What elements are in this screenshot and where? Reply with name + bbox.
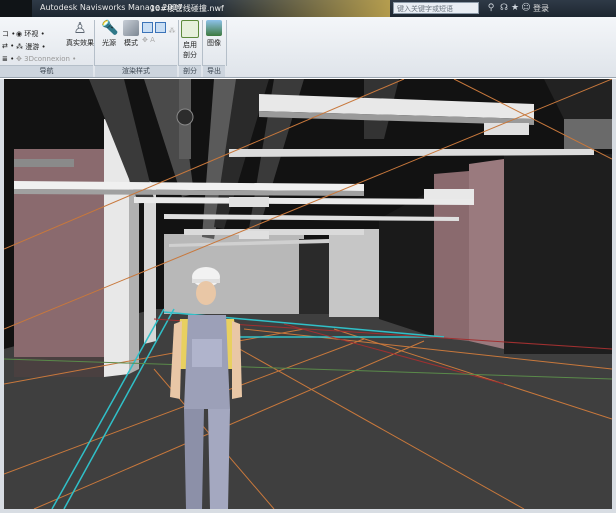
- cube-icon: [123, 20, 139, 36]
- render-toggle-icons-1[interactable]: ⁂: [142, 22, 175, 35]
- export-panel-label[interactable]: 导出: [203, 65, 225, 77]
- back-wall-right: [329, 229, 379, 317]
- point-icon[interactable]: ⁂: [168, 27, 175, 35]
- mode-button[interactable]: 模式: [120, 20, 142, 48]
- pipe-left: [14, 159, 74, 167]
- snap-point-icon[interactable]: ✥: [142, 36, 148, 44]
- panel-separator: [94, 20, 95, 66]
- enable-label: 启用: [183, 41, 197, 49]
- enable-sectioning-button[interactable]: 启用 剖分: [180, 20, 200, 60]
- window-frame-right: [612, 79, 616, 513]
- render-toggle-icons-2[interactable]: ✥ A: [142, 36, 155, 44]
- user-icon[interactable]: ☺: [521, 3, 531, 13]
- scene-render: [4, 79, 612, 509]
- ahu-unit: [564, 119, 612, 149]
- user-group-icon[interactable]: ☊: [499, 3, 509, 13]
- 3dconnexion-label: 3Dconnexion: [24, 55, 70, 63]
- right-wall-pink-2: [469, 159, 504, 349]
- diffuser-4: [239, 231, 269, 239]
- image-icon: [206, 20, 222, 36]
- walk-label: 漫游: [25, 43, 40, 51]
- section-panel-label[interactable]: 剖分: [179, 65, 201, 77]
- nav-small-icon-3[interactable]: ≣ •: [2, 55, 14, 63]
- image-label: 图像: [207, 39, 221, 47]
- back-door-dark: [299, 239, 329, 314]
- person-icon: ♙: [73, 19, 87, 37]
- footsteps-icon: ⁂: [16, 43, 23, 51]
- panel-separator: [178, 20, 179, 66]
- surface-icon[interactable]: [142, 22, 153, 33]
- binoculars-icon[interactable]: ⚲: [486, 3, 496, 13]
- panel-separator: [226, 20, 227, 66]
- pipe-end: [176, 108, 194, 126]
- ribbon: コ • ⇄ • ≣ • ◉ 环视 • ⁂ 漫游 • ✥ 3Dconnexion …: [0, 17, 616, 78]
- duct-horizontal-5: [184, 229, 364, 235]
- star-icon[interactable]: ★: [510, 3, 520, 13]
- right-wall-dark: [504, 154, 612, 354]
- login-link[interactable]: 登录: [533, 3, 549, 14]
- realism-label: 真实效果: [66, 39, 94, 47]
- look-around-button[interactable]: ◉ 环视 •: [16, 29, 45, 39]
- nav-small-icon-2[interactable]: ⇄ •: [2, 42, 14, 50]
- section-icon: [181, 20, 199, 38]
- image-export-button[interactable]: 图像: [203, 20, 225, 48]
- light-label: 光源: [102, 39, 116, 47]
- eye-icon: ◉: [16, 30, 23, 38]
- light-button[interactable]: 🔦 光源: [98, 20, 120, 48]
- section-label: 剖分: [183, 51, 197, 59]
- help-search-input[interactable]: 键入关键字或短语: [393, 2, 479, 14]
- flashlight-icon: 🔦: [101, 20, 119, 36]
- left-wall-pink: [14, 149, 104, 361]
- line-icon[interactable]: [155, 22, 167, 33]
- text-icon[interactable]: A: [150, 36, 155, 44]
- mode-label: 模式: [124, 39, 138, 47]
- file-title: 10#楼管线碰撞.nwf: [150, 4, 224, 13]
- nav-panel-label[interactable]: 导航: [0, 65, 93, 77]
- diffuser-3: [229, 197, 269, 207]
- 3dconnexion-icon: ✥: [16, 55, 22, 63]
- 3d-viewport[interactable]: [4, 79, 612, 509]
- window-frame-bottom: [0, 509, 616, 513]
- walk-button[interactable]: ⁂ 漫游 •: [16, 42, 46, 52]
- 3dconnexion-button[interactable]: ✥ 3Dconnexion •: [16, 55, 76, 63]
- title-bar: Autodesk Navisworks Manage 2017 10#楼管线碰撞…: [0, 0, 616, 17]
- nav-small-icon-1[interactable]: コ •: [2, 29, 15, 39]
- look-around-label: 环视: [24, 30, 39, 38]
- diffuser-2: [424, 189, 474, 199]
- render-style-panel-label[interactable]: 渲染样式: [95, 65, 177, 77]
- realism-button[interactable]: ♙ 真实效果: [66, 20, 94, 48]
